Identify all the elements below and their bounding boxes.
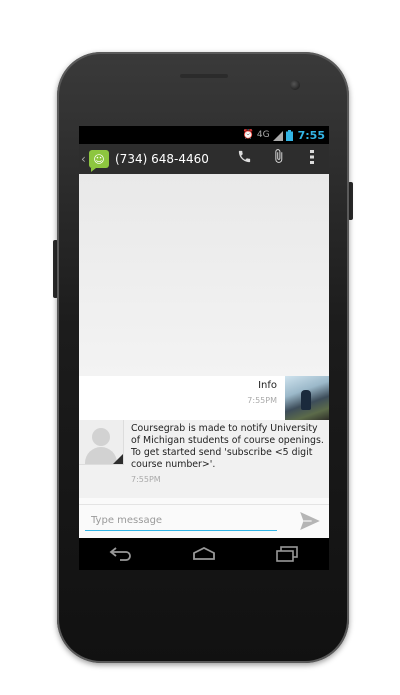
message-received[interactable]: Coursegrab is made to notify University … bbox=[79, 420, 329, 498]
avatar-corner bbox=[113, 454, 123, 464]
messaging-icon[interactable]: ☺ bbox=[89, 150, 109, 172]
contact-title: (734) 648-4460 bbox=[115, 152, 209, 166]
alarm-icon: ⏰ bbox=[242, 130, 254, 140]
avatar-head bbox=[92, 428, 110, 446]
signal-icon bbox=[272, 126, 283, 145]
message-time: 7:55PM bbox=[247, 396, 277, 405]
action-bar: ‹ ☺ (734) 648-4460 bbox=[79, 144, 329, 174]
recent-apps-icon[interactable] bbox=[267, 542, 307, 566]
avatar[interactable] bbox=[285, 376, 329, 420]
up-caret-icon[interactable]: ‹ bbox=[81, 152, 87, 166]
overflow-menu-icon[interactable] bbox=[295, 144, 329, 174]
contact-avatar[interactable] bbox=[79, 420, 124, 465]
message-text: Info bbox=[258, 380, 277, 391]
compose-bar bbox=[79, 504, 329, 539]
home-icon[interactable] bbox=[184, 542, 224, 566]
message-time: 7:55PM bbox=[131, 475, 161, 484]
send-icon[interactable] bbox=[297, 509, 323, 533]
status-bar: ⏰ 4G 7:55 bbox=[79, 126, 329, 144]
paperclip-icon[interactable] bbox=[261, 144, 295, 174]
message-input[interactable] bbox=[85, 511, 277, 531]
back-arrow-icon[interactable] bbox=[101, 542, 141, 566]
network-type-label: 4G bbox=[256, 130, 270, 140]
phone-icon[interactable] bbox=[227, 144, 261, 174]
message-thread[interactable]: Info 7:55PM Coursegrab is made to notify… bbox=[79, 174, 329, 504]
message-text: Coursegrab is made to notify University … bbox=[131, 423, 324, 470]
front-camera bbox=[290, 80, 300, 90]
message-sent[interactable]: Info 7:55PM bbox=[79, 376, 329, 420]
phone-screen: ⏰ 4G 7:55 ‹ ☺ (734) 648-4460 Info 7:55PM bbox=[79, 126, 329, 570]
avatar-figure bbox=[301, 390, 311, 410]
status-time: 7:55 bbox=[297, 128, 325, 142]
navigation-bar bbox=[79, 538, 329, 570]
earpiece bbox=[180, 74, 228, 78]
battery-icon bbox=[285, 126, 293, 145]
